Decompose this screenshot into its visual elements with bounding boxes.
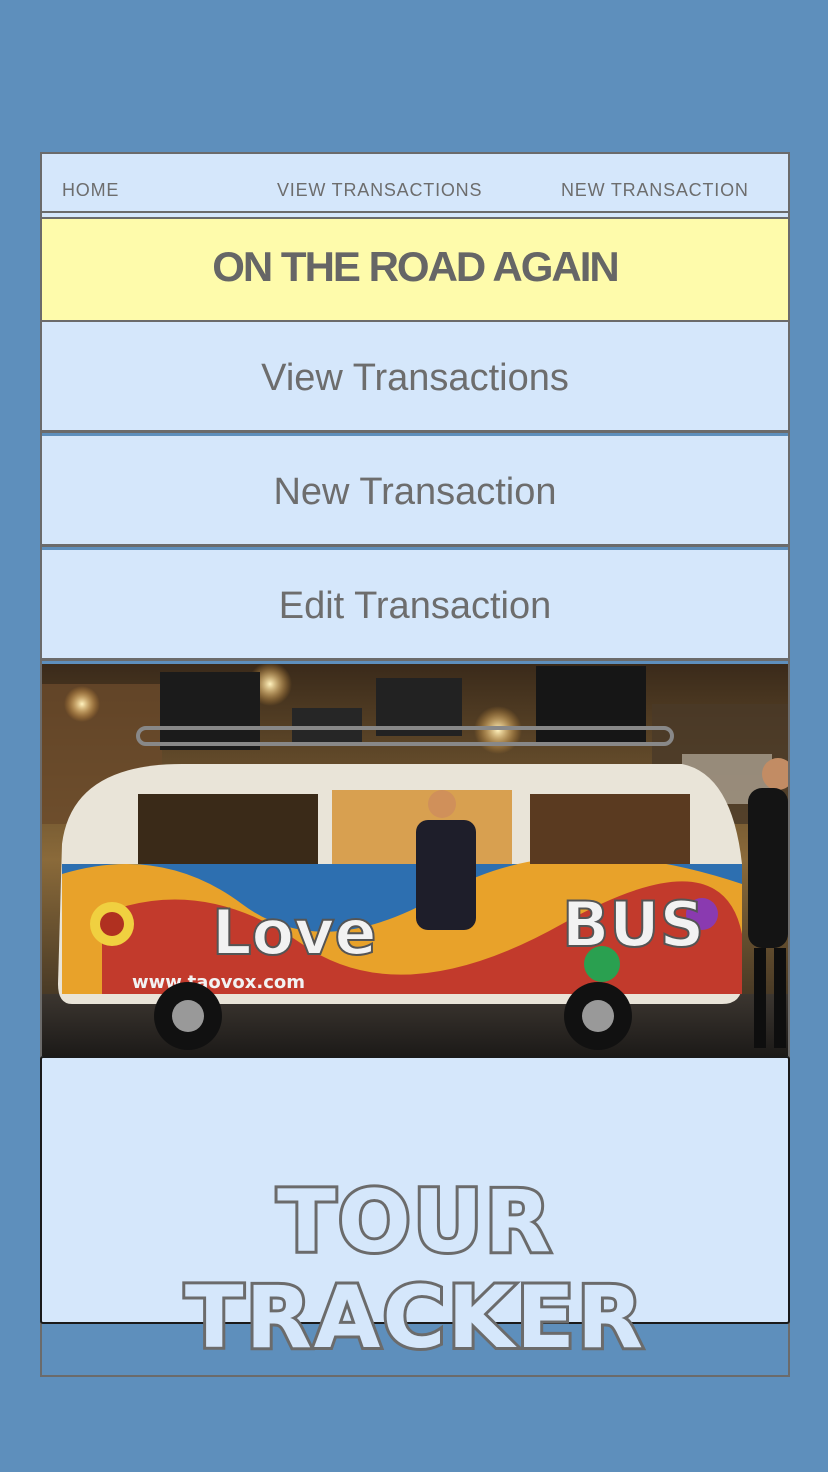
bus-url-text: www.taovox.com	[132, 972, 305, 993]
bus-bus-text: BUS	[562, 888, 704, 961]
new-transaction-label: New Transaction	[273, 471, 557, 513]
banner-title: ON THE ROAD AGAIN	[212, 243, 619, 290]
edit-transaction-label: Edit Transaction	[278, 585, 552, 627]
tour-bus-photo: Love BUS www.taovox.com	[42, 664, 788, 1056]
new-transaction-button[interactable]: New Transaction	[42, 436, 788, 547]
bus-love-text: Love	[212, 896, 377, 969]
tour-bus-illustration: Love BUS www.taovox.com	[42, 664, 788, 1056]
app-frame: HOME VIEW TRANSACTIONS NEW TRANSACTION O…	[40, 152, 790, 1377]
edit-transaction-button[interactable]: Edit Transaction	[42, 550, 788, 661]
view-transactions-label: View Transactions	[261, 357, 569, 399]
footer-title: TOUR TRACKER	[182, 1171, 646, 1369]
header-banner: ON THE ROAD AGAIN	[42, 219, 788, 322]
top-nav: HOME VIEW TRANSACTIONS NEW TRANSACTION	[42, 154, 788, 213]
view-transactions-button[interactable]: View Transactions	[42, 322, 788, 433]
footer-logo-box: TOUR TRACKER	[40, 1056, 790, 1369]
nav-home-link[interactable]: HOME	[62, 180, 119, 200]
nav-view-transactions-link[interactable]: VIEW TRANSACTIONS	[277, 180, 482, 200]
nav-new-transaction-link[interactable]: NEW TRANSACTION	[561, 180, 749, 200]
